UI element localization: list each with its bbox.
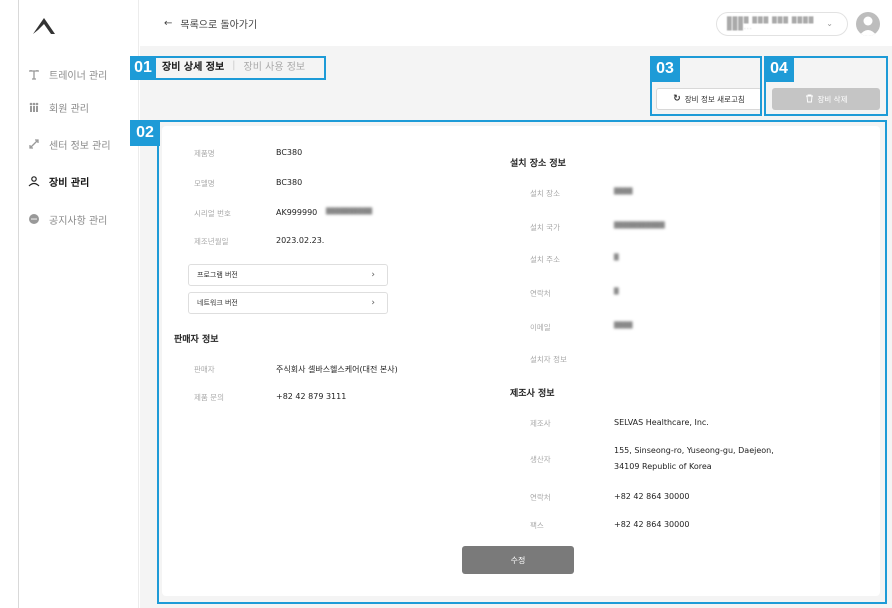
callout-number: 02 [130, 120, 160, 146]
top-bar: ← 목록으로 돌아가기 ████ ███ ███ ████ ███... ⌄ [140, 0, 892, 46]
callout-box-detail-card [157, 120, 887, 604]
chevron-down-icon: ⌄ [826, 19, 833, 28]
sidebar-item-equipment[interactable]: 장비 관리 [27, 173, 89, 189]
sidebar: 트레이너 관리 회원 관리 센터 정보 관리 장비 관리 공지사항 관리 [19, 0, 139, 608]
account-select[interactable]: ████ ███ ███ ████ ███... ⌄ [716, 12, 848, 36]
sidebar-item-members[interactable]: 회원 관리 [27, 99, 89, 115]
back-link-label: 목록으로 돌아가기 [180, 20, 258, 31]
callout-box-tabs [130, 56, 326, 80]
sidebar-item-label: 트레이너 관리 [49, 70, 108, 82]
avatar[interactable] [856, 12, 880, 36]
app-logo-icon[interactable] [31, 12, 57, 38]
back-to-list-link[interactable]: ← 목록으로 돌아가기 [164, 16, 257, 31]
callout-number: 03 [650, 56, 680, 82]
trainer-icon [27, 67, 41, 81]
notice-icon [27, 212, 41, 226]
equipment-icon [27, 174, 41, 188]
sidebar-item-label: 장비 관리 [49, 177, 90, 189]
callout-number: 01 [130, 56, 156, 80]
sidebar-item-label: 회원 관리 [49, 103, 89, 115]
center-icon [27, 137, 41, 151]
sidebar-item-center[interactable]: 센터 정보 관리 [27, 136, 111, 152]
callout-number: 04 [764, 56, 794, 82]
sidebar-item-label: 센터 정보 관리 [49, 140, 111, 152]
account-name: ████ ███ ███ ████ ███... [727, 17, 815, 31]
sidebar-item-notices[interactable]: 공지사항 관리 [27, 211, 107, 227]
arrow-left-icon: ← [164, 18, 173, 29]
sidebar-item-label: 공지사항 관리 [49, 215, 108, 227]
sidebar-item-trainers[interactable]: 트레이너 관리 [27, 66, 107, 82]
members-icon [27, 100, 41, 114]
